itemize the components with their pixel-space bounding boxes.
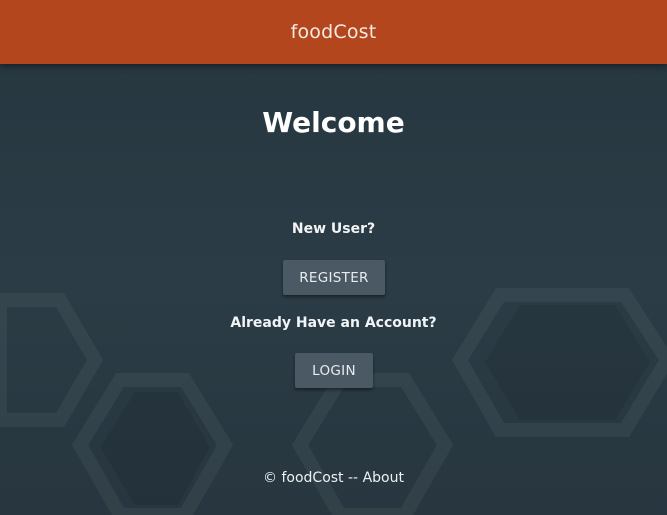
copyright-text: © foodCost [263, 470, 344, 486]
hexagon-background [0, 0, 667, 515]
about-link[interactable]: About [363, 470, 404, 486]
existing-user-prompt: Already Have an Account? [230, 315, 437, 331]
register-button[interactable]: REGISTER [283, 260, 385, 295]
app-title[interactable]: foodCost [291, 21, 377, 43]
hexagon-pattern [0, 288, 667, 515]
login-button[interactable]: LOGIN [295, 353, 373, 388]
top-app-bar: foodCost [0, 0, 667, 64]
welcome-heading: Welcome [262, 106, 405, 139]
new-user-prompt: New User? [291, 221, 376, 237]
footer: © foodCost -- About [0, 470, 667, 486]
footer-separator: -- [348, 470, 359, 486]
